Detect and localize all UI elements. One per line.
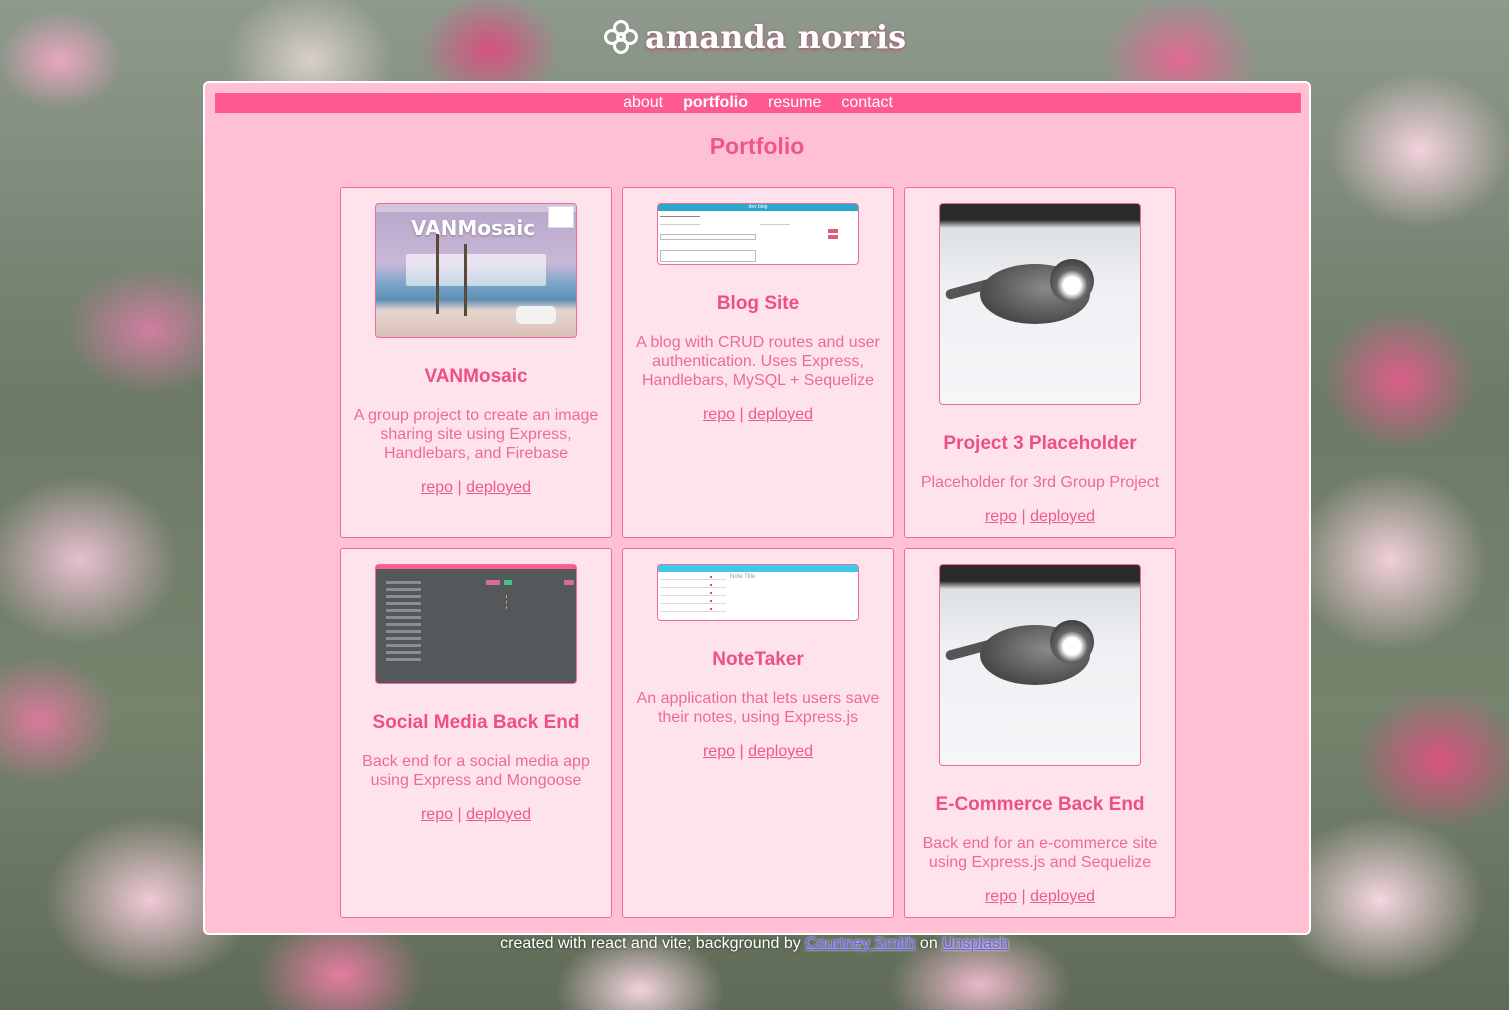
deployed-link[interactable]: deployed <box>748 743 813 760</box>
flower-icon <box>603 20 638 54</box>
repo-link[interactable]: repo <box>703 743 735 760</box>
page-title: Portfolio <box>709 133 805 159</box>
nav-about[interactable]: about <box>623 94 663 112</box>
deployed-link[interactable]: deployed <box>1030 888 1095 905</box>
thumbnail-text: dev blog <box>658 204 858 211</box>
repo-link[interactable]: repo <box>421 806 453 823</box>
project-card-vanmosaic: VANMosaic VANMosaic A group project to c… <box>340 187 612 538</box>
link-separator: | <box>739 406 744 423</box>
nav-portfolio[interactable]: portfolio <box>683 94 748 112</box>
project-thumbnail[interactable]: Note Title <box>657 564 859 621</box>
project-thumbnail[interactable] <box>375 564 577 684</box>
project-card-social-media: Social Media Back End Back end for a soc… <box>340 548 612 918</box>
footer-text: created with react and vite; background … <box>500 935 801 952</box>
project-links: repo | deployed <box>633 406 883 424</box>
site-header: amanda norris <box>0 18 1509 56</box>
project-card-project-3: Project 3 Placeholder Placeholder for 3r… <box>904 187 1176 538</box>
project-thumbnail[interactable] <box>939 564 1141 766</box>
project-title: VANMosaic <box>424 366 528 387</box>
project-title: E-Commerce Back End <box>935 794 1145 815</box>
project-title: Social Media Back End <box>372 712 580 733</box>
project-links: repo | deployed <box>351 806 601 824</box>
thumbnail-text: Note Title <box>730 574 756 580</box>
project-description: Back end for a social media app using Ex… <box>362 753 590 789</box>
link-separator: | <box>1021 888 1026 905</box>
link-separator: | <box>1021 508 1026 525</box>
repo-link[interactable]: repo <box>985 888 1017 905</box>
project-grid: VANMosaic VANMosaic A group project to c… <box>340 187 1176 918</box>
project-thumbnail[interactable] <box>939 203 1141 405</box>
project-description: Placeholder for 3rd Group Project <box>920 474 1160 491</box>
project-title: Project 3 Placeholder <box>943 433 1137 454</box>
repo-link[interactable]: repo <box>703 406 735 423</box>
project-card-notetaker: Note Title NoteTaker An application that… <box>622 548 894 918</box>
link-separator: | <box>457 479 462 496</box>
deployed-link[interactable]: deployed <box>1030 508 1095 525</box>
project-thumbnail[interactable]: VANMosaic <box>375 203 577 338</box>
deployed-link[interactable]: deployed <box>748 406 813 423</box>
footer-on: on <box>919 935 938 952</box>
project-thumbnail[interactable]: dev blog <box>657 203 859 265</box>
site-name[interactable]: amanda norris <box>645 18 906 56</box>
nav-contact[interactable]: contact <box>841 94 893 112</box>
project-links: repo | deployed <box>351 479 601 497</box>
project-title: NoteTaker <box>712 649 804 670</box>
repo-link[interactable]: repo <box>421 479 453 496</box>
link-separator: | <box>457 806 462 823</box>
nav-resume[interactable]: resume <box>768 94 821 112</box>
link-separator: | <box>739 743 744 760</box>
photographer-link[interactable]: Courtney Smith <box>805 935 915 952</box>
project-links: repo | deployed <box>915 888 1165 906</box>
project-links: repo | deployed <box>633 743 883 761</box>
project-card-ecommerce: E-Commerce Back End Back end for an e-co… <box>904 548 1176 918</box>
project-description: A group project to create an image shari… <box>353 407 599 462</box>
project-description: An application that lets users save thei… <box>636 690 880 726</box>
deployed-link[interactable]: deployed <box>466 806 531 823</box>
project-links: repo | deployed <box>915 508 1165 526</box>
project-card-blog-site: dev blog Blog Site A blog with CRUD rout… <box>622 187 894 538</box>
thumbnail-text: VANMosaic <box>411 216 536 240</box>
main-panel: about portfolio resume contact Portfolio… <box>203 81 1311 935</box>
nav-bar: about portfolio resume contact <box>215 93 1301 113</box>
project-title: Blog Site <box>716 293 800 314</box>
footer: created with react and vite; background … <box>0 935 1509 953</box>
project-description: A blog with CRUD routes and user authent… <box>636 334 880 389</box>
repo-link[interactable]: repo <box>985 508 1017 525</box>
unsplash-link[interactable]: Unsplash <box>942 935 1009 952</box>
deployed-link[interactable]: deployed <box>466 479 531 496</box>
project-description: Back end for an e-commerce site using Ex… <box>922 835 1158 871</box>
